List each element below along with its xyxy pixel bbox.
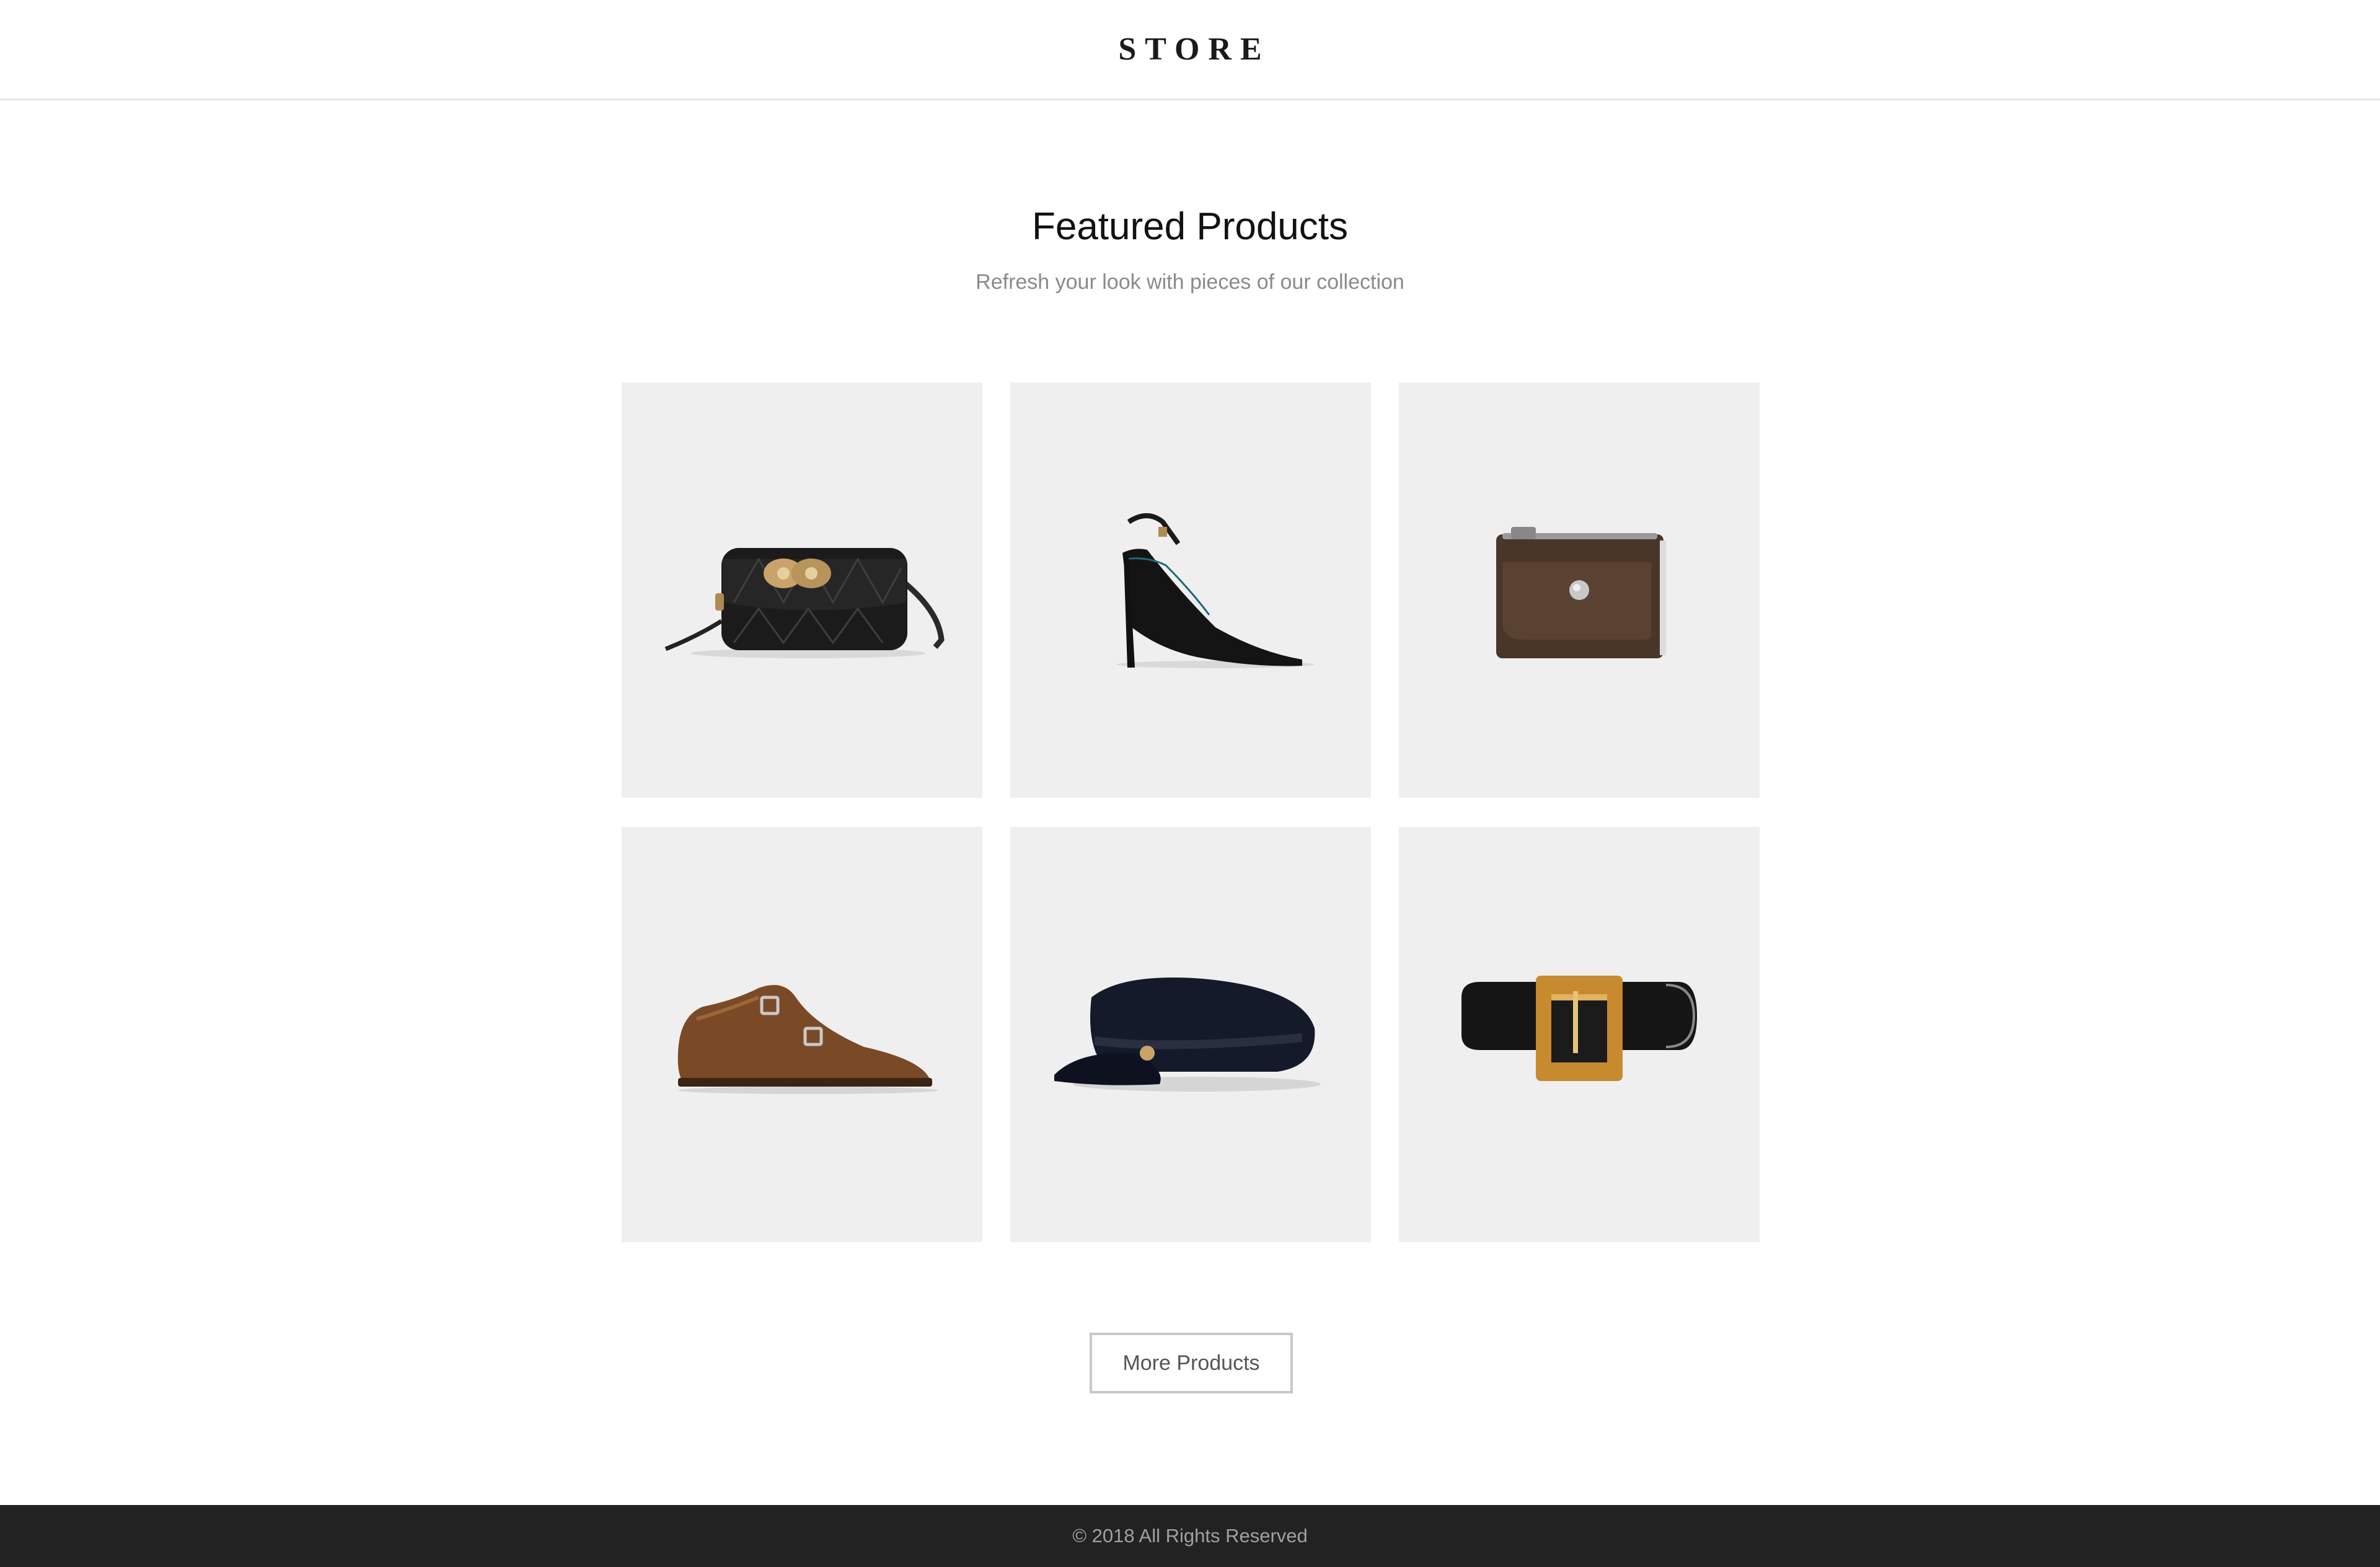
monk-strap-shoe-icon (677, 985, 938, 1094)
quilted-handbag-icon (664, 548, 945, 658)
product-card-shoe[interactable] (622, 827, 982, 1242)
product-card-handbag[interactable] (622, 382, 982, 798)
featured-subtitle: Refresh your look with pieces of our col… (976, 270, 1404, 294)
sailor-cap-icon (1054, 978, 1321, 1092)
product-card-cap[interactable] (1010, 827, 1371, 1242)
site-header: STORE (0, 0, 2380, 100)
product-card-wallet[interactable] (1399, 382, 1760, 798)
featured-title: Featured Products (1031, 205, 1349, 248)
copyright-text: © 2018 All Rights Reserved (1072, 1525, 1308, 1547)
store-logo[interactable]: STORE (1109, 31, 1270, 68)
product-grid (622, 382, 1760, 1242)
leather-belt-icon (1461, 976, 1697, 1081)
product-card-heel[interactable] (1010, 382, 1371, 798)
slingback-heel-icon (1116, 513, 1315, 668)
site-footer: © 2018 All Rights Reserved (0, 1505, 2380, 1567)
more-products-button[interactable]: More Products (1090, 1333, 1293, 1393)
page: STORE Featured Products Refresh your loo… (0, 0, 2380, 1567)
product-card-belt[interactable] (1399, 827, 1760, 1242)
leather-wallet-icon (1496, 527, 1666, 658)
